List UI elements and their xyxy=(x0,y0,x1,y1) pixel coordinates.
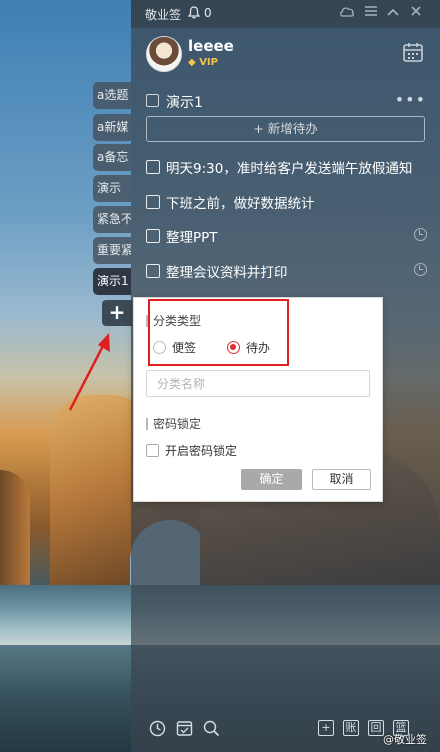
radio-todo[interactable] xyxy=(227,341,240,354)
notification-count: 0 xyxy=(204,6,212,20)
radio-note-label[interactable]: 便签 xyxy=(172,339,196,356)
todo-text: 整理PPT xyxy=(166,230,218,246)
cloud-sync-icon[interactable] xyxy=(338,4,356,22)
rock-left xyxy=(0,470,30,590)
vip-label: VIP xyxy=(199,57,218,68)
menu-icon[interactable] xyxy=(362,4,380,22)
avatar[interactable] xyxy=(146,36,182,72)
confirm-button[interactable]: 确定 xyxy=(241,469,302,490)
todo-text: 下班之前，做好数据统计 xyxy=(166,196,315,212)
new-category-dialog: 分类类型 便签 待办 密码锁定 开启密码锁定 确定 取消 xyxy=(133,297,383,502)
side-tab-2[interactable]: a新媒 xyxy=(93,114,131,141)
new-todo-button[interactable]: + 新增待办 xyxy=(146,116,425,142)
add-category-button[interactable]: + xyxy=(102,300,132,326)
list-check-icon xyxy=(146,94,159,107)
todo-text: 明天9:30，准时给客户发送端午放假通知 xyxy=(166,161,413,177)
recycle-button[interactable]: 回 xyxy=(368,720,384,736)
reminder-clock-icon[interactable] xyxy=(414,228,427,241)
username: leeee xyxy=(188,37,234,55)
todo-checkbox[interactable] xyxy=(146,160,160,174)
annotation-arrow-icon xyxy=(68,333,110,411)
side-tab-1[interactable]: a选题 xyxy=(93,82,131,109)
category-type-label: 分类类型 xyxy=(146,315,201,327)
add-icon[interactable]: + xyxy=(318,720,334,736)
password-lock-checkbox[interactable] xyxy=(146,444,159,457)
vip-badge: ◆ VIP xyxy=(188,57,218,68)
side-tab-5[interactable]: 紧急不 xyxy=(93,206,131,233)
account-button[interactable]: 账 xyxy=(343,720,359,736)
password-lock-checkbox-label[interactable]: 开启密码锁定 xyxy=(165,442,237,459)
todo-item[interactable]: 整理PPT xyxy=(146,226,431,246)
close-icon[interactable] xyxy=(407,4,425,22)
todo-checkbox[interactable] xyxy=(146,195,160,209)
todo-text: 整理会议资料并打印 xyxy=(166,265,288,281)
side-tab-3[interactable]: a备忘 xyxy=(93,144,131,171)
radio-note[interactable] xyxy=(153,341,166,354)
cancel-button[interactable]: 取消 xyxy=(312,469,371,490)
todo-item[interactable]: 明天9:30，准时给客户发送端午放假通知 xyxy=(146,157,431,177)
calendar-icon[interactable] xyxy=(402,41,424,63)
category-name-input[interactable] xyxy=(146,370,370,397)
radio-todo-label[interactable]: 待办 xyxy=(246,339,270,356)
side-tab-4[interactable]: 演示 xyxy=(93,175,131,202)
password-lock-label: 密码锁定 xyxy=(146,418,201,430)
list-title: 演示1 xyxy=(166,95,203,111)
side-tab-6[interactable]: 重要紧 xyxy=(93,237,131,264)
todo-box-icon[interactable] xyxy=(176,720,193,737)
todo-checkbox[interactable] xyxy=(146,264,160,278)
bell-icon[interactable] xyxy=(187,6,201,22)
collapse-icon[interactable] xyxy=(384,4,402,22)
diamond-icon: ◆ xyxy=(188,57,196,68)
todo-item[interactable]: 下班之前，做好数据统计 xyxy=(146,192,431,212)
clock-icon[interactable] xyxy=(149,720,166,737)
watermark: @敬业签 xyxy=(383,733,427,746)
reminder-clock-icon[interactable] xyxy=(414,263,427,276)
search-icon[interactable] xyxy=(203,720,220,737)
todo-checkbox[interactable] xyxy=(146,229,160,243)
side-tab-7[interactable]: 演示1 xyxy=(93,268,131,295)
todo-item[interactable]: 整理会议资料并打印 xyxy=(146,261,431,281)
app-name: 敬业签 xyxy=(145,8,182,22)
list-header: 演示1 ••• xyxy=(146,90,426,111)
more-options-icon[interactable]: ••• xyxy=(395,90,426,109)
titlebar: 敬业签 0 xyxy=(131,0,440,28)
